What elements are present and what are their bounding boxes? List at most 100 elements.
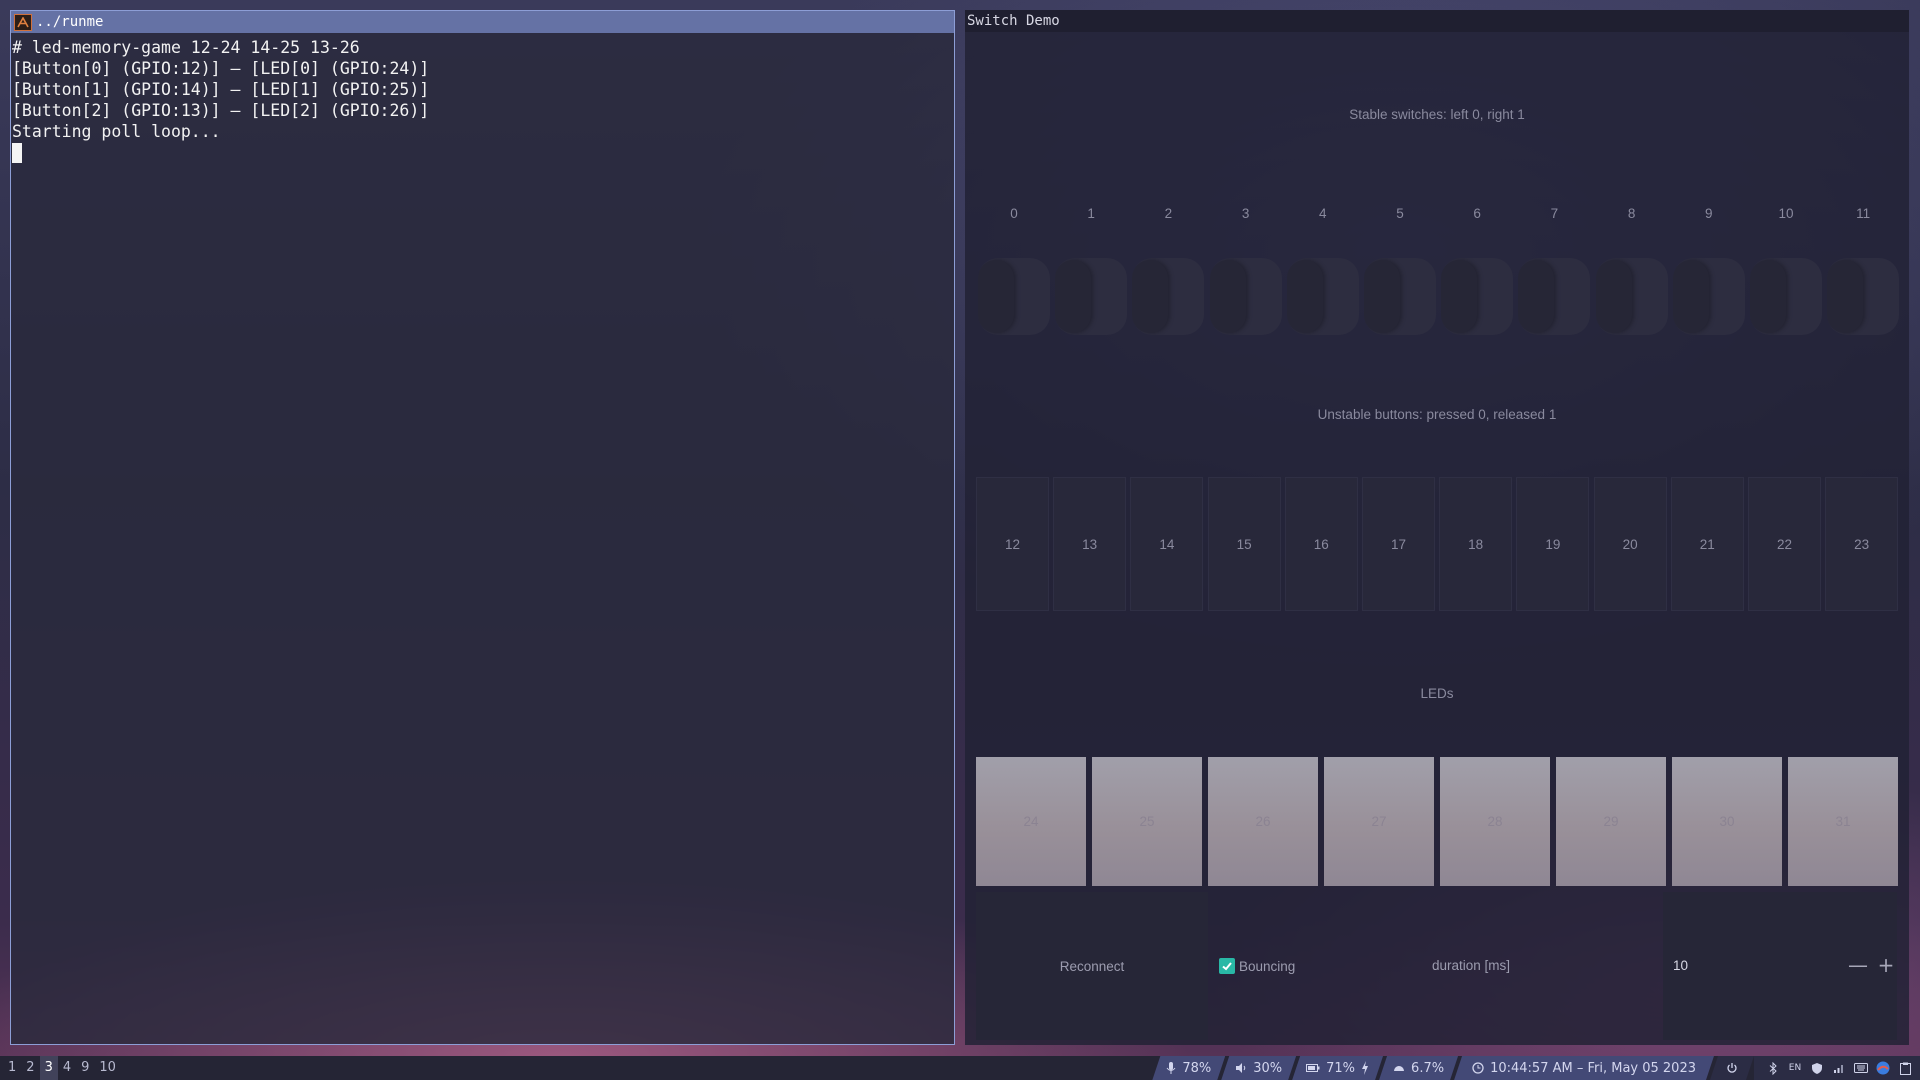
switch-label: 2 <box>1164 206 1173 221</box>
clock-text: 10:44:57 AM – Fri, May 05 2023 <box>1490 1060 1696 1076</box>
terminal-line: [Button[0] (GPIO:12)] – [LED[0] (GPIO:24… <box>12 59 430 78</box>
led-indicator: 24 <box>976 757 1086 886</box>
shield-icon[interactable] <box>1810 1061 1824 1075</box>
browser-icon[interactable] <box>1876 1061 1890 1075</box>
terminal-window[interactable]: ../runme # led-memory-game 12-24 14-25 1… <box>10 10 955 1045</box>
decrement-button[interactable]: — <box>1847 954 1869 976</box>
speaker-icon <box>1235 1062 1247 1074</box>
switch-knob <box>1595 260 1632 333</box>
status-modules: 78% 30% 71% 6.7% 10:44:57 AM – Fri, May … <box>1156 1056 1920 1080</box>
switch-label: 5 <box>1396 206 1404 221</box>
microphone-icon <box>1166 1061 1176 1075</box>
leds-heading: LEDs <box>1420 686 1454 701</box>
gpio-button[interactable]: 14 <box>1130 477 1204 611</box>
switch-knob <box>1672 260 1709 333</box>
switch-demo-window[interactable]: Switch Demo Stable switches: left 0, rig… <box>965 10 1909 1045</box>
cpu-icon <box>1393 1062 1405 1074</box>
toggle-switch[interactable] <box>1518 258 1591 335</box>
charging-icon <box>1361 1061 1369 1075</box>
battery-level: 71% <box>1326 1060 1356 1076</box>
gpio-button[interactable]: 23 <box>1825 477 1899 611</box>
stable-switches-heading: Stable switches: left 0, right 1 <box>1349 107 1525 122</box>
toggle-switch[interactable] <box>1132 258 1205 335</box>
switch-knob <box>1441 260 1478 333</box>
clipboard-icon[interactable] <box>1898 1061 1912 1075</box>
terminal-line: [Button[1] (GPIO:14)] – [LED[1] (GPIO:25… <box>12 80 430 99</box>
terminal-line: [Button[2] (GPIO:13)] – [LED[2] (GPIO:26… <box>12 101 430 120</box>
clock-module[interactable]: 10:44:57 AM – Fri, May 05 2023 <box>1454 1056 1714 1080</box>
gpio-button[interactable]: 16 <box>1284 477 1358 611</box>
workspace-item[interactable]: 1 <box>3 1056 21 1080</box>
switch-label: 9 <box>1705 206 1713 221</box>
status-bar: 1 2 3 4 9 10 78% 30% 71% 6.7% 10:44:57 AM – F… <box>0 1056 1920 1080</box>
switch-knob <box>1750 260 1786 333</box>
reconnect-button[interactable]: Reconnect <box>976 892 1208 1040</box>
toggle-switch[interactable] <box>1827 258 1900 335</box>
gpio-button[interactable]: 20 <box>1593 477 1667 611</box>
gpio-button[interactable]: 17 <box>1362 477 1435 611</box>
led-indicator: 31 <box>1788 757 1898 886</box>
clock-icon <box>1472 1062 1484 1074</box>
battery-icon <box>1306 1063 1320 1073</box>
gpio-button[interactable]: 18 <box>1439 477 1513 611</box>
terminal-output[interactable]: # led-memory-game 12-24 14-25 13-26 [But… <box>11 33 954 167</box>
toggle-switch[interactable] <box>1595 258 1668 335</box>
led-indicator: 27 <box>1324 757 1434 886</box>
terminal-line: # led-memory-game 12-24 14-25 13-26 <box>12 38 360 57</box>
power-button[interactable] <box>1710 1056 1754 1080</box>
switch-label: 7 <box>1550 206 1559 221</box>
gpio-button[interactable]: 22 <box>1748 477 1821 611</box>
toggle-switch[interactable] <box>1209 258 1282 335</box>
toggle-switch[interactable] <box>978 258 1050 335</box>
duration-label: duration [ms] <box>1432 958 1511 973</box>
battery-module[interactable]: 71% <box>1292 1056 1383 1080</box>
switch-knob <box>1286 260 1323 333</box>
workspace-list: 1 2 3 4 9 10 <box>3 1056 121 1080</box>
system-tray: EN <box>1754 1056 1920 1080</box>
bouncing-checkbox[interactable] <box>1219 958 1235 974</box>
terminal-cursor <box>12 143 22 163</box>
terminal-line: Starting poll loop... <box>12 122 221 141</box>
network-icon[interactable] <box>1832 1061 1846 1075</box>
toggle-switch[interactable] <box>1286 258 1359 335</box>
terminal-app-icon <box>14 13 32 31</box>
duration-value[interactable]: 10 <box>1673 956 1688 976</box>
mic-module[interactable]: 78% <box>1152 1056 1225 1080</box>
terminal-titlebar[interactable]: ../runme <box>11 11 954 33</box>
gpio-button[interactable]: 12 <box>976 477 1049 611</box>
increment-button[interactable]: + <box>1875 954 1897 976</box>
demo-titlebar[interactable]: Switch Demo <box>965 10 1909 32</box>
switch-label: 0 <box>1010 206 1018 221</box>
duration-spinbox[interactable]: 10 — + <box>1663 892 1897 1040</box>
bluetooth-icon[interactable] <box>1766 1061 1780 1075</box>
workspace-item[interactable]: 3 <box>39 1056 58 1080</box>
toggle-switch[interactable] <box>1055 258 1128 335</box>
toggle-switch[interactable] <box>1364 258 1436 335</box>
gpio-button[interactable]: 13 <box>1053 477 1127 611</box>
toggle-switch[interactable] <box>1672 258 1745 335</box>
switch-label: 8 <box>1627 206 1636 221</box>
controls-row: Reconnect Bouncing duration [ms] 10 — + <box>976 892 1898 1040</box>
toggle-switch[interactable] <box>1750 258 1822 335</box>
cpu-module[interactable]: 6.7% <box>1379 1056 1458 1080</box>
workspace-item[interactable]: 4 <box>58 1056 76 1080</box>
mic-level: 78% <box>1182 1060 1212 1076</box>
gpio-button[interactable]: 19 <box>1516 477 1590 611</box>
volume-module[interactable]: 30% <box>1221 1056 1296 1080</box>
volume-level: 30% <box>1253 1060 1283 1076</box>
toggle-switch[interactable] <box>1441 258 1514 335</box>
led-indicator: 25 <box>1092 757 1202 886</box>
switch-knob <box>1518 260 1555 333</box>
gpio-button[interactable]: 15 <box>1207 477 1281 611</box>
gpio-button[interactable]: 21 <box>1670 477 1744 611</box>
led-indicator: 30 <box>1672 757 1782 886</box>
cpu-level: 6.7% <box>1411 1060 1445 1076</box>
keyboard-icon[interactable] <box>1854 1061 1868 1075</box>
workspace-item[interactable]: 2 <box>21 1056 39 1080</box>
workspace-item[interactable]: 9 <box>76 1056 94 1080</box>
workspace-item[interactable]: 10 <box>94 1056 121 1080</box>
keyboard-layout-indicator[interactable]: EN <box>1788 1061 1802 1075</box>
led-indicator: 29 <box>1556 757 1666 886</box>
bouncing-checkbox-row[interactable]: Bouncing <box>1219 956 1295 976</box>
switch-knob <box>1055 260 1092 333</box>
